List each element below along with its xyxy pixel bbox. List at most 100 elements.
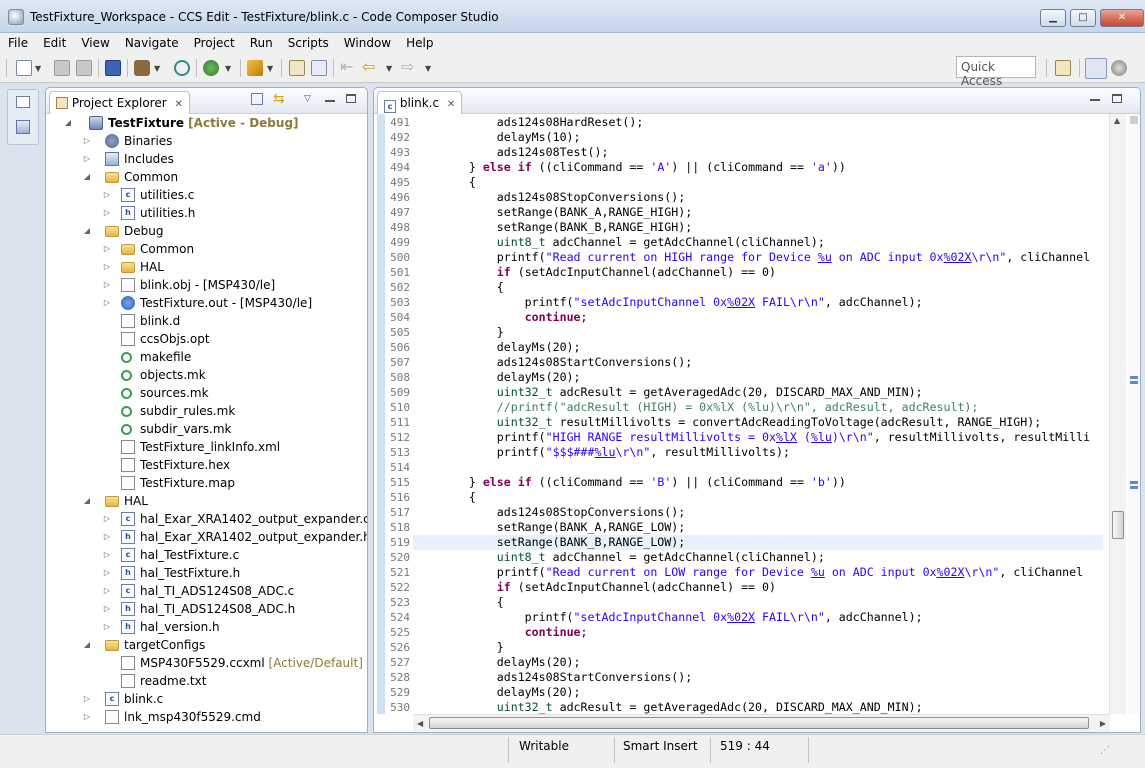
menu-help[interactable]: Help [398, 33, 440, 50]
maximize-editor-icon[interactable] [1112, 94, 1122, 103]
code-line[interactable]: ads124s08Test(); [413, 145, 1103, 160]
resize-grip-icon[interactable]: ⋰ [1100, 745, 1110, 756]
minimize-view-icon[interactable] [325, 100, 335, 102]
code-line[interactable]: { [413, 175, 1103, 190]
new-icon[interactable] [16, 60, 32, 76]
menu-window[interactable]: Window [336, 33, 398, 50]
tree-item[interactable]: TestFixture.hex [46, 456, 366, 474]
build-hammer-icon[interactable] [134, 60, 150, 76]
menu-edit[interactable]: Edit [35, 33, 73, 50]
code-line[interactable]: setRange(BANK_B,RANGE_HIGH); [413, 220, 1103, 235]
code-line[interactable]: delayMs(20); [413, 655, 1103, 670]
collapsed-twisty-icon[interactable]: ▷ [82, 132, 92, 150]
collapsed-twisty-icon[interactable]: ▷ [102, 240, 112, 258]
flash-icon[interactable] [247, 60, 263, 76]
code-line[interactable]: printf("HIGH RANGE resultMillivolts = 0x… [413, 430, 1103, 445]
menu-scripts[interactable]: Scripts [280, 33, 336, 50]
tree-item[interactable]: ◢ Common [46, 168, 366, 186]
scroll-right-icon[interactable]: ▶ [1100, 719, 1106, 728]
tree-item[interactable]: ▷ h hal_TI_ADS124S08_ADC.h [46, 600, 366, 618]
open-perspective-icon[interactable] [1055, 60, 1071, 76]
tree-item[interactable]: ◢ targetConfigs [46, 636, 366, 654]
menu-navigate[interactable]: Navigate [117, 33, 186, 50]
vertical-scrollbar[interactable]: ▲ [1109, 114, 1126, 714]
code-line[interactable]: continue; [413, 310, 1103, 325]
code-line[interactable]: delayMs(20); [413, 685, 1103, 700]
code-line[interactable]: printf("Read current on HIGH range for D… [413, 250, 1103, 265]
minimize-button[interactable]: ▁ [1040, 9, 1066, 27]
tree-item[interactable]: ccsObjs.opt [46, 330, 366, 348]
menu-view[interactable]: View [73, 33, 116, 50]
menu-project[interactable]: Project [186, 33, 242, 50]
code-line[interactable]: setRange(BANK_B,RANGE_LOW); [413, 535, 1103, 550]
vertical-scroll-thumb[interactable] [1112, 511, 1124, 539]
tree-item[interactable]: ▷ Binaries [46, 132, 366, 150]
tree-item[interactable]: ▷ Includes [46, 150, 366, 168]
link-with-editor-icon[interactable]: ⇆ [273, 91, 285, 107]
last-edit-icon[interactable]: ⇤ [340, 59, 356, 76]
quick-access-input[interactable]: Quick Access [956, 56, 1036, 88]
code-line[interactable]: setRange(BANK_A,RANGE_LOW); [413, 520, 1103, 535]
code-line[interactable]: //printf("adcResult (HIGH) = 0x%lX (%lu)… [413, 400, 1103, 415]
restore-icon[interactable] [16, 96, 30, 108]
expanded-twisty-icon[interactable]: ◢ [82, 168, 92, 186]
tree-item[interactable]: MSP430F5529.ccxml [Active/Default] [46, 654, 366, 672]
tree-item[interactable]: ▷ HAL [46, 258, 366, 276]
tree-item[interactable]: ▷ h hal_TestFixture.h [46, 564, 366, 582]
code-line[interactable]: ads124s08HardReset(); [413, 115, 1103, 130]
code-line[interactable]: } [413, 640, 1103, 655]
code-line[interactable]: } else if ((cliCommand == 'A') || (cliCo… [413, 160, 1103, 175]
code-text-area[interactable]: ads124s08HardReset(); delayMs(10); ads12… [413, 114, 1103, 714]
code-line[interactable]: uint8_t adcChannel = getAdcChannel(cliCh… [413, 550, 1103, 565]
collapsed-twisty-icon[interactable]: ▷ [102, 186, 112, 204]
close-tab-icon[interactable]: ✕ [447, 99, 455, 110]
overview-marker[interactable] [1130, 481, 1138, 484]
open-type-icon[interactable] [289, 60, 305, 76]
collapsed-twisty-icon[interactable]: ▷ [102, 618, 112, 636]
debug-dropdown-icon[interactable]: ▼ [225, 64, 231, 73]
menu-file[interactable]: File [0, 33, 35, 50]
code-line[interactable]: delayMs(20); [413, 340, 1103, 355]
collapsed-twisty-icon[interactable]: ▷ [82, 708, 92, 726]
tree-item[interactable]: sources.mk [46, 384, 366, 402]
code-line[interactable]: printf("$$$###%lu\r\n", resultMillivolts… [413, 445, 1103, 460]
tree-item[interactable]: ▷ c utilities.c [46, 186, 366, 204]
collapsed-twisty-icon[interactable]: ▷ [102, 564, 112, 582]
code-line[interactable]: { [413, 280, 1103, 295]
collapsed-twisty-icon[interactable]: ▷ [102, 582, 112, 600]
flash-dropdown-icon[interactable]: ▼ [267, 64, 273, 73]
code-line[interactable]: printf("setAdcInputChannel 0x%02X FAIL\r… [413, 610, 1103, 625]
code-line[interactable]: ads124s08StartConversions(); [413, 670, 1103, 685]
code-line[interactable]: { [413, 490, 1103, 505]
tree-item[interactable]: ▷ TestFixture.out - [MSP430/le] [46, 294, 366, 312]
expanded-twisty-icon[interactable]: ◢ [82, 492, 92, 510]
tree-item[interactable]: ▷ blink.obj - [MSP430/le] [46, 276, 366, 294]
collapsed-twisty-icon[interactable]: ▷ [102, 528, 112, 546]
code-line[interactable] [413, 460, 1103, 475]
ccs-debug-perspective-icon[interactable] [1111, 60, 1127, 76]
tree-item[interactable]: makefile [46, 348, 366, 366]
task-list-icon[interactable] [311, 60, 327, 76]
close-button[interactable]: ✕ [1100, 9, 1144, 27]
code-line[interactable]: ads124s08StartConversions(); [413, 355, 1103, 370]
tree-item[interactable]: ▷ h utilities.h [46, 204, 366, 222]
minimize-editor-icon[interactable] [1090, 99, 1100, 101]
overview-marker[interactable] [1130, 381, 1138, 384]
horizontal-scrollbar[interactable]: ◀ ▶ [413, 714, 1110, 732]
code-line[interactable]: uint32_t adcResult = getAveragedAdc(20, … [413, 385, 1103, 400]
overview-ruler[interactable] [1128, 114, 1140, 714]
code-line[interactable]: uint32_t adcResult = getAveragedAdc(20, … [413, 700, 1103, 714]
scroll-up-icon[interactable]: ▲ [1114, 116, 1120, 125]
collapse-all-icon[interactable] [251, 93, 263, 105]
tree-item[interactable]: ▷ c hal_TestFixture.c [46, 546, 366, 564]
overview-marker[interactable] [1130, 486, 1138, 489]
tree-item[interactable]: ◢ Debug [46, 222, 366, 240]
code-line[interactable]: printf("setAdcInputChannel 0x%02X FAIL\r… [413, 295, 1103, 310]
code-line[interactable]: { [413, 595, 1103, 610]
build-dropdown-icon[interactable]: ▼ [154, 64, 160, 73]
save-all-icon[interactable] [76, 60, 92, 76]
collapsed-twisty-icon[interactable]: ▷ [102, 600, 112, 618]
expanded-twisty-icon[interactable]: ◢ [63, 114, 73, 132]
tree-item[interactable]: ▷ h hal_version.h [46, 618, 366, 636]
code-line[interactable]: if (setAdcInputChannel(adcChannel) == 0) [413, 265, 1103, 280]
